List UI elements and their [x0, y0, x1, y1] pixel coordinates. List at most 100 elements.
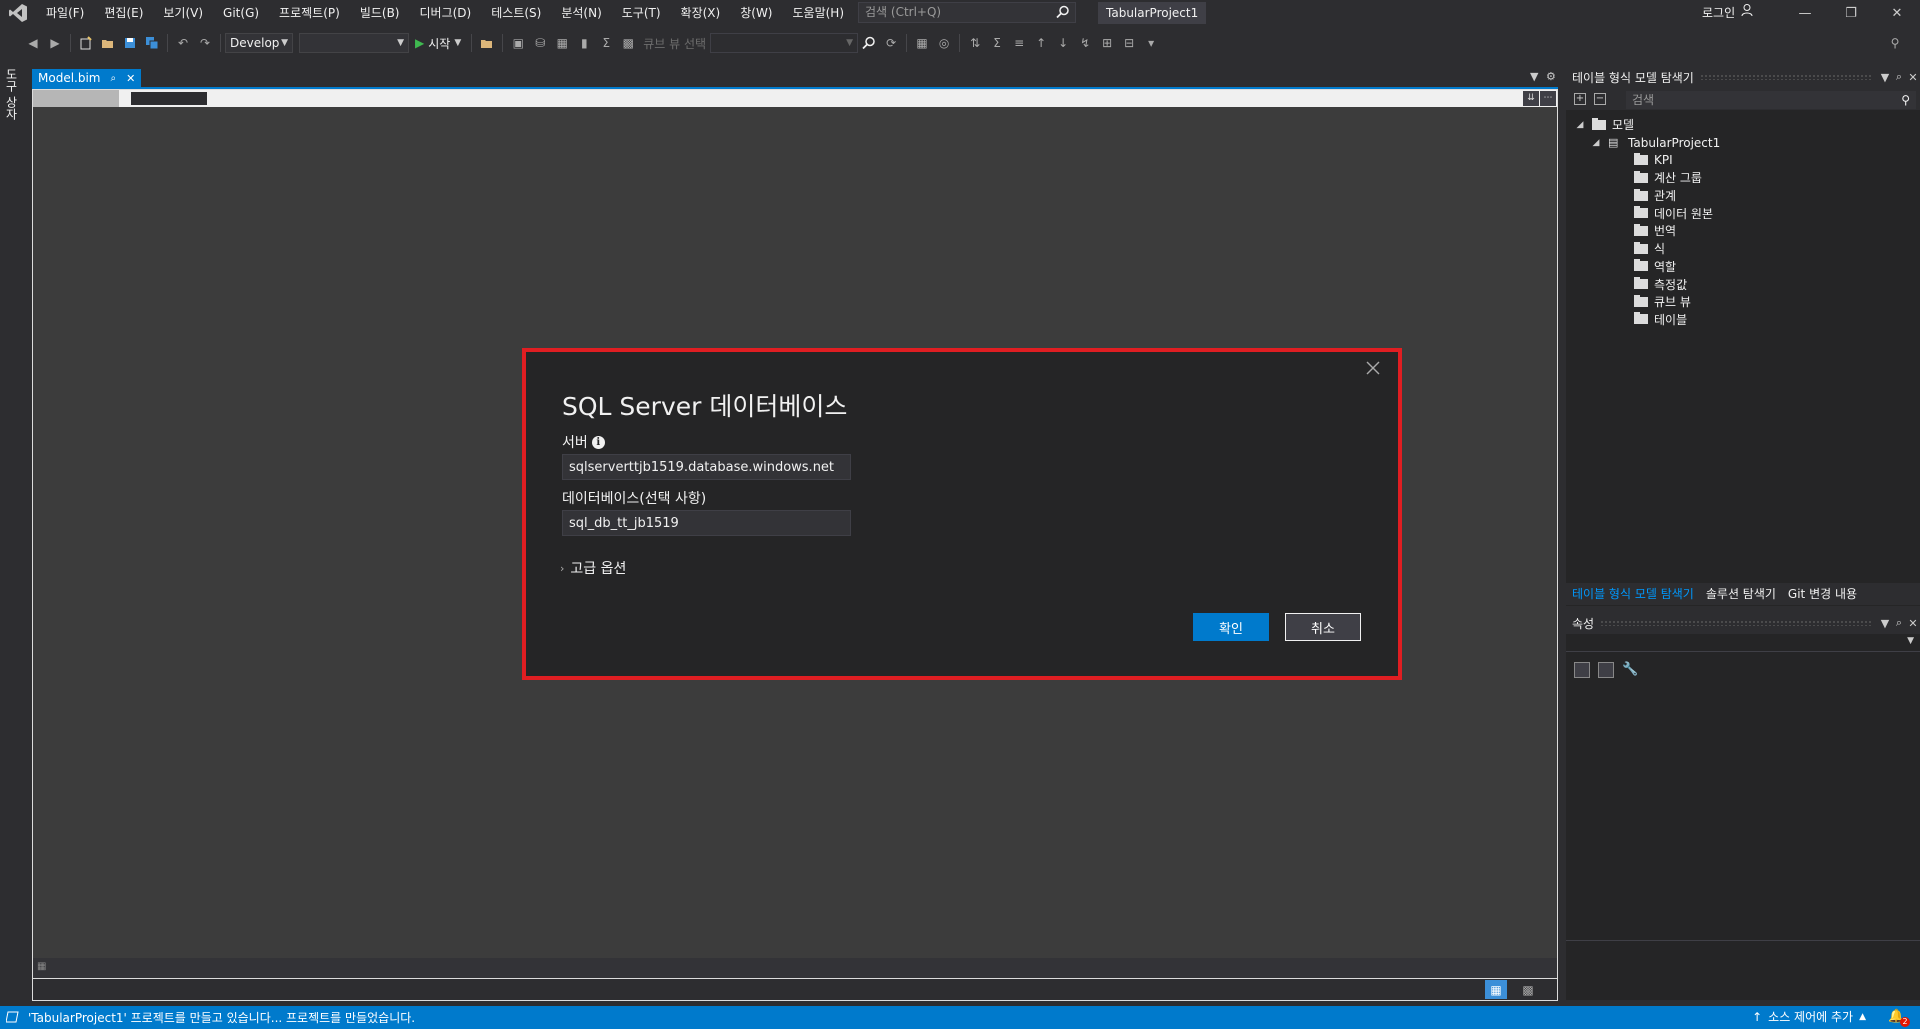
diagram-view-icon[interactable]: ◎	[933, 32, 955, 54]
menu-help[interactable]: 도움말(H)	[783, 0, 855, 26]
format-icon[interactable]: ⊟	[1118, 32, 1140, 54]
autosum-icon[interactable]: Σ	[986, 32, 1008, 54]
redo-icon[interactable]: ↷	[194, 32, 216, 54]
drag-grip[interactable]	[1600, 620, 1872, 626]
tree-node-roles[interactable]: 역할	[1566, 258, 1920, 276]
menu-extensions[interactable]: 확장(X)	[671, 0, 731, 26]
tree-node-tables[interactable]: 테이블	[1566, 311, 1920, 329]
table-icon[interactable]: ▦	[551, 32, 573, 54]
menu-debug[interactable]: 디버그(D)	[410, 0, 482, 26]
pin-icon[interactable]: ⌕	[1892, 70, 1906, 84]
login-button[interactable]: 로그인	[1702, 0, 1755, 26]
tree-node-measures[interactable]: 측정값	[1566, 275, 1920, 293]
clear-filter-icon[interactable]: ↯	[1074, 32, 1096, 54]
database-icon[interactable]: ⛁	[529, 32, 551, 54]
align-icon[interactable]: ≡	[1008, 32, 1030, 54]
close-window-button[interactable]: ✕	[1874, 0, 1920, 26]
undo-icon[interactable]: ↶	[172, 32, 194, 54]
pin-icon[interactable]: ⌕	[1892, 616, 1906, 630]
forward-icon[interactable]: ▶	[44, 32, 66, 54]
sigma-table-icon[interactable]: Σ	[595, 32, 617, 54]
server-input[interactable]	[562, 454, 851, 480]
tree-node-perspectives[interactable]: 큐브 뷰	[1566, 293, 1920, 311]
wrench-icon[interactable]: 🔧	[1622, 662, 1638, 678]
menu-view[interactable]: 보기(V)	[153, 0, 213, 26]
explorer-search-input[interactable]: 검색 ⚲	[1626, 91, 1916, 109]
cube-view-dropdown[interactable]: ▼	[710, 33, 859, 53]
toolbar-overflow-icon[interactable]: ▾	[1140, 32, 1162, 54]
folder-icon[interactable]	[476, 32, 498, 54]
collapse-triangle-icon[interactable]: ◢	[1590, 138, 1602, 148]
minimize-button[interactable]: —	[1782, 0, 1828, 26]
tab-list-icon[interactable]: ▼	[1530, 70, 1538, 83]
chevron-down-icon[interactable]: ▼	[1878, 71, 1892, 84]
menu-git[interactable]: Git(G)	[213, 0, 269, 26]
pin-icon[interactable]: ⌕	[110, 73, 116, 84]
tab-solution-explorer[interactable]: 솔루션 탐색기	[1700, 583, 1782, 605]
tree-node-model[interactable]: ◢ 모델	[1566, 116, 1920, 134]
refresh-icon[interactable]: ⟳	[880, 32, 902, 54]
add-to-source-control-button[interactable]: ↑ 소스 제어에 추가 ▲	[1752, 1006, 1866, 1029]
open-file-icon[interactable]	[97, 32, 119, 54]
collapse-all-icon[interactable]: −	[1594, 93, 1606, 105]
new-project-icon[interactable]	[75, 32, 97, 54]
output-icon[interactable]	[5, 1010, 20, 1024]
database-input[interactable]	[562, 510, 851, 536]
grid-view-button[interactable]: ▦	[1485, 980, 1507, 999]
menu-test[interactable]: 테스트(S)	[481, 0, 551, 26]
menu-analyze[interactable]: 분석(N)	[551, 0, 611, 26]
menu-file[interactable]: 파일(F)	[36, 0, 94, 26]
grid-view-icon[interactable]: ▦	[911, 32, 933, 54]
tree-node-translations[interactable]: 번역	[1566, 222, 1920, 240]
drag-grip[interactable]	[1699, 74, 1872, 80]
back-icon[interactable]: ◀	[22, 32, 44, 54]
info-icon[interactable]: i	[591, 435, 605, 449]
ok-button[interactable]: 확인	[1193, 613, 1269, 641]
more-icon[interactable]: ⋯	[1540, 91, 1556, 106]
platform-dropdown[interactable]: ▼	[299, 33, 409, 53]
tree-node-relationships[interactable]: 관계	[1566, 187, 1920, 205]
tab-tabular-model-explorer[interactable]: 테이블 형식 모델 탐색기	[1566, 583, 1700, 605]
tree-node-calculation-groups[interactable]: 계산 그룹	[1566, 169, 1920, 187]
tab-git-changes[interactable]: Git 변경 내용	[1782, 583, 1863, 605]
advanced-options-toggle[interactable]: › 고급 옵션	[560, 558, 626, 578]
tree-node-project[interactable]: ◢ ▤ TabularProject1	[1566, 134, 1920, 152]
tree-node-kpi[interactable]: KPI	[1566, 151, 1920, 169]
sort-descending-icon[interactable]: ↓	[1052, 32, 1074, 54]
find-icon[interactable]	[858, 32, 880, 54]
dialog-close-button[interactable]	[1362, 360, 1384, 382]
global-search-input[interactable]: 검색 (Ctrl+Q)	[858, 2, 1076, 23]
cancel-button[interactable]: 취소	[1285, 613, 1361, 641]
screenshot-icon[interactable]: ▣	[507, 32, 529, 54]
start-button[interactable]: ▶ 시작 ▼	[409, 35, 467, 52]
live-share-icon[interactable]: ⚲	[1884, 32, 1906, 54]
toolbox-tab[interactable]: 도구 상자	[4, 68, 20, 120]
save-icon[interactable]	[119, 32, 141, 54]
menu-tools[interactable]: 도구(T)	[612, 0, 671, 26]
sort-ascending-icon[interactable]: ↑	[1030, 32, 1052, 54]
merge-icon[interactable]: ⊞	[1096, 32, 1118, 54]
chevron-down-icon[interactable]: ▼	[1878, 617, 1892, 630]
gear-icon[interactable]: ⚙	[1546, 70, 1556, 83]
collapse-triangle-icon[interactable]: ◢	[1574, 120, 1586, 130]
save-all-icon[interactable]	[141, 32, 163, 54]
menu-project[interactable]: 프로젝트(P)	[269, 0, 350, 26]
restore-button[interactable]: ❐	[1828, 0, 1874, 26]
close-icon[interactable]: ✕	[1906, 617, 1920, 630]
categorized-icon[interactable]	[1574, 662, 1590, 678]
cube-icon[interactable]: ▩	[617, 32, 639, 54]
properties-object-dropdown[interactable]: ▼	[1566, 634, 1920, 652]
tab-model-bim[interactable]: Model.bim ⌕ ✕	[32, 69, 142, 87]
alphabetical-icon[interactable]	[1598, 662, 1614, 678]
menu-edit[interactable]: 편집(E)	[94, 0, 153, 26]
diagram-view-button[interactable]: ▩	[1517, 980, 1539, 999]
expand-all-icon[interactable]: +	[1574, 93, 1586, 105]
tree-node-data-sources[interactable]: 데이터 원본	[1566, 204, 1920, 222]
tree-node-expressions[interactable]: 식	[1566, 240, 1920, 258]
notifications-button[interactable]: 🔔 2	[1888, 1009, 1910, 1027]
menu-build[interactable]: 빌드(B)	[350, 0, 410, 26]
column-icon[interactable]: ▮	[573, 32, 595, 54]
menu-window[interactable]: 창(W)	[730, 0, 782, 26]
close-icon[interactable]: ✕	[1906, 71, 1920, 84]
designer-tab-active[interactable]	[131, 92, 207, 105]
